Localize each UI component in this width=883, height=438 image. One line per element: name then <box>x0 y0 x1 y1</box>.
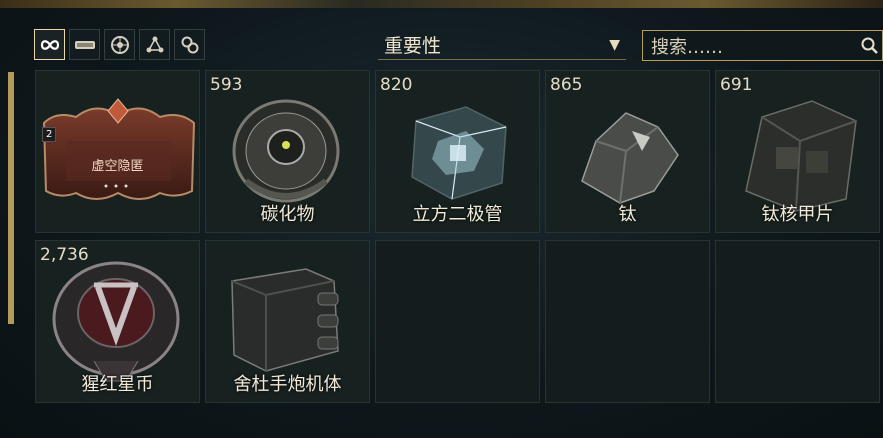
inventory-item[interactable]: 2 虚空隐匿 <box>35 70 200 233</box>
chevron-down-icon: ▼ <box>609 36 620 53</box>
filter-gear-button[interactable] <box>174 29 205 60</box>
top-banner <box>0 0 883 8</box>
gear-link-icon <box>181 36 198 53</box>
filter-resources-button[interactable] <box>69 29 100 60</box>
inventory-item[interactable]: 865 钛 <box>545 70 710 233</box>
inventory-item[interactable]: 691 钛核甲片 <box>715 70 880 233</box>
inventory-item[interactable]: 舍杜手炮机体 <box>205 240 370 403</box>
item-count: 865 <box>550 75 583 95</box>
sort-dropdown[interactable]: 重要性 ▼ <box>378 30 626 60</box>
scrollbar[interactable] <box>8 72 14 324</box>
search-icon[interactable] <box>860 36 880 56</box>
item-count: 2,736 <box>40 245 89 265</box>
item-name: 猩红星币 <box>81 374 154 395</box>
item-name: 钛 <box>618 204 637 225</box>
copies-badge: 2 <box>42 127 57 142</box>
item-name: 钛核甲片 <box>761 204 834 225</box>
empty-slot[interactable] <box>375 240 540 403</box>
bar-icon <box>74 40 95 49</box>
molecule-icon <box>146 36 163 52</box>
item-name: 舍杜手炮机体 <box>233 374 342 395</box>
void-relic-card-icon <box>42 98 196 200</box>
item-count: 820 <box>380 75 413 95</box>
item-count: 691 <box>720 75 753 95</box>
filter-orb-button[interactable] <box>104 29 135 60</box>
relic-card-title: 虚空隐匿 <box>91 159 144 174</box>
orb-icon <box>110 35 129 54</box>
filter-all-button[interactable] <box>34 29 65 60</box>
item-name: 立方二极管 <box>412 204 503 225</box>
inventory-item[interactable]: 820 立方二极管 <box>375 70 540 233</box>
empty-slot[interactable] <box>545 240 710 403</box>
item-name: 碳化物 <box>260 204 315 225</box>
inventory-item[interactable]: 593 碳化物 <box>205 70 370 233</box>
search-placeholder: 搜索…… <box>651 36 723 58</box>
inventory-item[interactable]: 2,736 猩红星币 <box>35 240 200 403</box>
filter-molecule-button[interactable] <box>139 29 170 60</box>
sort-label: 重要性 <box>384 35 442 57</box>
infinity-icon <box>40 39 59 50</box>
search-input[interactable]: 搜索…… <box>642 30 883 61</box>
item-count: 593 <box>210 75 243 95</box>
empty-slot[interactable] <box>715 240 880 403</box>
filter-toolbar <box>34 29 205 60</box>
